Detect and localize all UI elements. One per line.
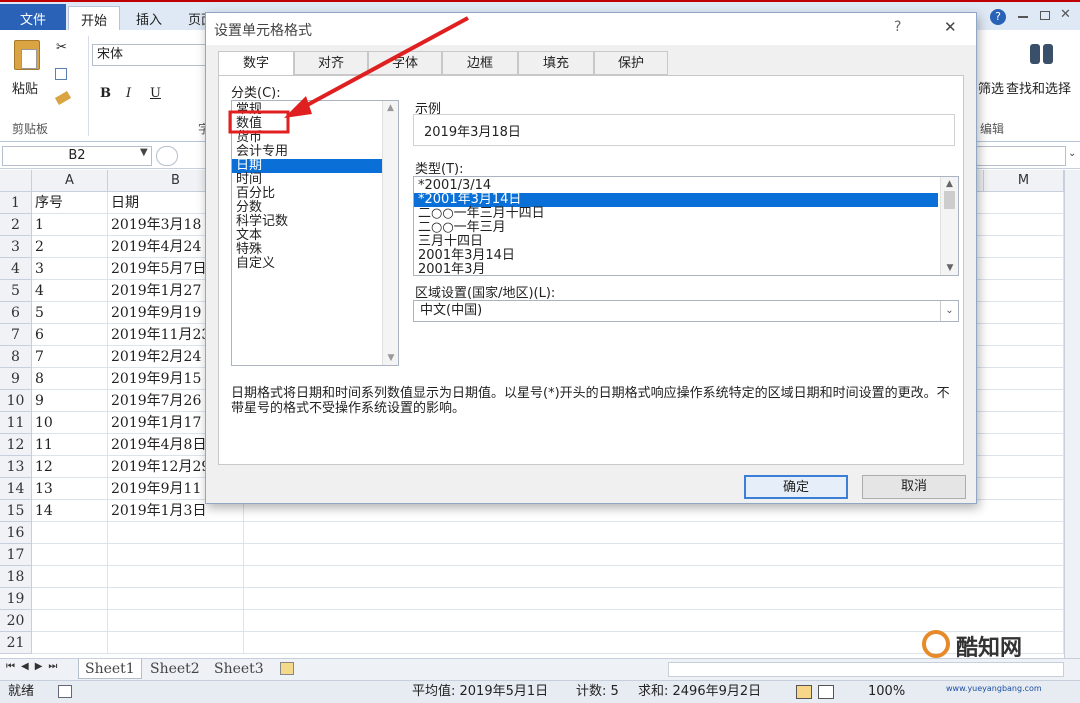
watermark-brand: 酷知网 bbox=[956, 636, 1023, 661]
annotation-highlight-box bbox=[228, 110, 290, 134]
watermark-site: www.yueyangbang.com bbox=[946, 684, 1042, 693]
annotation-overlay bbox=[228, 16, 469, 134]
watermark-logo-icon bbox=[922, 630, 950, 658]
watermark: 酷知网 www.yueyangbang.com bbox=[906, 622, 1076, 700]
annotation-arrow bbox=[297, 16, 469, 112]
